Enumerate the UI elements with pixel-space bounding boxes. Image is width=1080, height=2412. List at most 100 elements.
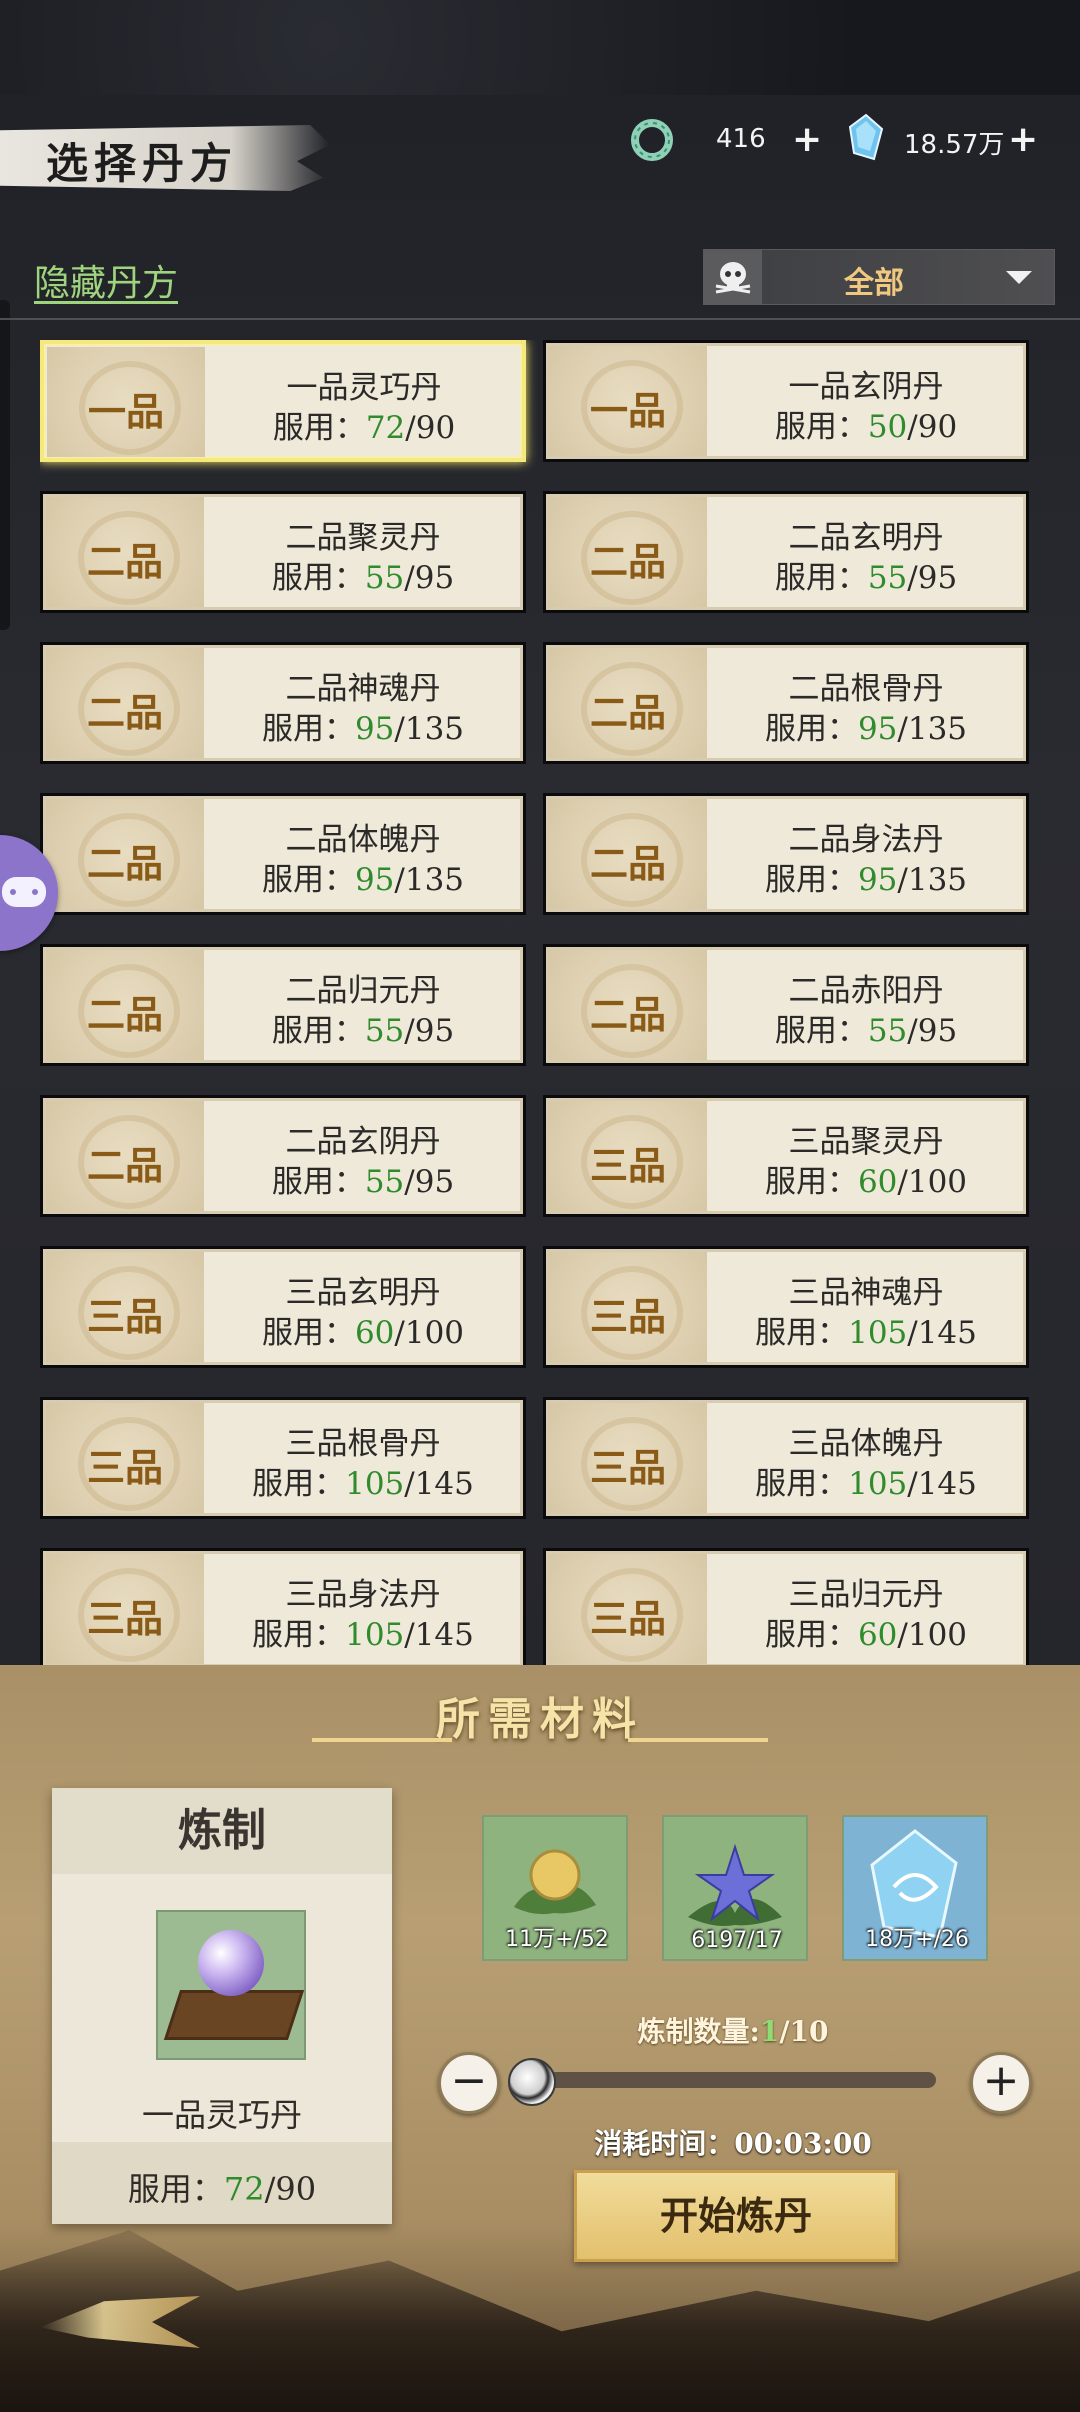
materials-title: 所需材料 bbox=[436, 1694, 644, 1745]
usage-label: 服用： bbox=[261, 862, 355, 898]
recipe-card[interactable]: 三品 三品玄明丹 服用：60/100 bbox=[40, 1246, 526, 1368]
recipe-usage: 服用：105/145 bbox=[707, 1307, 1025, 1352]
quantity-slider[interactable] bbox=[530, 2072, 936, 2088]
refine-usage-bar: 服用：72/90 bbox=[52, 2142, 392, 2224]
pill-recipe-icon[interactable] bbox=[156, 1910, 306, 2060]
time-cost-value: 00:03:00 bbox=[734, 2127, 872, 2160]
usage-used: 95 bbox=[857, 862, 898, 898]
increase-quantity-button[interactable]: + bbox=[970, 2052, 1032, 2114]
recipe-card[interactable]: 二品 二品根骨丹 服用：95/135 bbox=[543, 642, 1029, 764]
usage-used: 55 bbox=[867, 1013, 908, 1049]
recipe-card[interactable]: 二品 二品归元丹 服用：55/95 bbox=[40, 944, 526, 1066]
material-slot-1[interactable]: 11万+/52 bbox=[482, 1815, 628, 1961]
usage-label: 服用： bbox=[271, 1013, 365, 1049]
decrease-quantity-button[interactable]: − bbox=[438, 2052, 500, 2114]
usage-max: /135 bbox=[897, 711, 968, 747]
usage-label: 服用： bbox=[261, 711, 355, 747]
filter-icon-box bbox=[704, 250, 762, 304]
recipe-name: 三品根骨丹 bbox=[285, 1426, 441, 1462]
recipe-card[interactable]: 二品 二品神魂丹 服用：95/135 bbox=[40, 642, 526, 764]
recipe-usage: 服用：72/90 bbox=[205, 402, 523, 447]
recipe-card[interactable]: 二品 二品玄明丹 服用：55/95 bbox=[543, 491, 1029, 613]
usage-used: 60 bbox=[857, 1617, 898, 1653]
recipe-card[interactable]: 三品 三品身法丹 服用：105/145 bbox=[40, 1548, 526, 1665]
recipe-grid: 一品 一品灵巧丹 服用：72/90 一品 一品玄阴丹 服用：50/90 二品 二品聚灵丹 服用：… bbox=[40, 340, 1040, 1665]
title-ornament-left bbox=[312, 1738, 452, 1742]
filter-dropdown[interactable]: 全部 bbox=[703, 249, 1055, 305]
recipe-card[interactable]: 三品 三品归元丹 服用：60/100 bbox=[543, 1548, 1029, 1665]
currency1-value: 416 bbox=[716, 124, 766, 154]
usage-used: 105 bbox=[848, 1466, 908, 1502]
grade-label: 三品 bbox=[589, 1143, 666, 1188]
recipe-card[interactable]: 二品 二品聚灵丹 服用：55/95 bbox=[40, 491, 526, 613]
spirit-crystal-icon bbox=[848, 113, 884, 161]
usage-label: 服用： bbox=[271, 560, 365, 596]
recipe-usage: 服用：55/95 bbox=[204, 552, 522, 597]
recipe-usage: 服用：105/145 bbox=[204, 1609, 522, 1654]
grade-badge: 二品 bbox=[549, 799, 707, 909]
usage-max: /90 bbox=[907, 409, 958, 445]
usage-label: 服用： bbox=[764, 862, 858, 898]
grade-label: 三品 bbox=[589, 1596, 666, 1641]
material-slot-3[interactable]: 18万+/26 bbox=[842, 1815, 988, 1961]
hide-recipes-link[interactable]: 隐藏丹方 bbox=[34, 254, 178, 306]
material-slot-2[interactable]: 6197/17 bbox=[662, 1815, 808, 1961]
currency1-add-button[interactable]: + bbox=[792, 122, 822, 158]
recipe-card[interactable]: 二品 二品体魄丹 服用：95/135 bbox=[40, 793, 526, 915]
usage-used: 105 bbox=[345, 1617, 405, 1653]
usage-max: /145 bbox=[907, 1315, 977, 1351]
grade-label: 三品 bbox=[589, 1445, 666, 1490]
usage-label: 服用： bbox=[774, 409, 868, 445]
recipe-usage: 服用：95/135 bbox=[707, 703, 1025, 748]
usage-used: 50 bbox=[867, 409, 908, 445]
refine-usage-max: /90 bbox=[264, 2170, 317, 2208]
usage-max: /145 bbox=[404, 1466, 474, 1502]
usage-label: 服用： bbox=[774, 1013, 868, 1049]
recipe-name: 二品归元丹 bbox=[285, 973, 441, 1009]
usage-used: 60 bbox=[857, 1164, 898, 1200]
recipe-name: 三品归元丹 bbox=[788, 1577, 944, 1613]
recipe-name: 二品玄明丹 bbox=[788, 520, 944, 556]
recipe-card[interactable]: 三品 三品体魄丹 服用：105/145 bbox=[543, 1397, 1029, 1519]
recipe-card[interactable]: 三品 三品根骨丹 服用：105/145 bbox=[40, 1397, 526, 1519]
material-2-count: 6197/17 bbox=[691, 1928, 783, 1953]
pill-orb-shape bbox=[198, 1930, 264, 1996]
recipe-card[interactable]: 二品 二品身法丹 服用：95/135 bbox=[543, 793, 1029, 915]
grade-badge: 二品 bbox=[549, 648, 707, 758]
currency2-add-button[interactable]: + bbox=[1008, 122, 1038, 158]
grade-badge: 二品 bbox=[46, 1101, 204, 1211]
recipe-card[interactable]: 一品 一品玄阴丹 服用：50/90 bbox=[543, 340, 1029, 462]
grade-label: 三品 bbox=[86, 1294, 163, 1339]
usage-label: 服用： bbox=[252, 1617, 346, 1653]
grade-badge: 二品 bbox=[46, 950, 204, 1060]
recipe-usage: 服用：95/135 bbox=[707, 854, 1025, 899]
grade-badge: 一品 bbox=[549, 346, 707, 456]
recipe-usage: 服用：95/135 bbox=[204, 703, 522, 748]
grade-label: 二品 bbox=[589, 992, 666, 1037]
usage-max: /135 bbox=[394, 862, 465, 898]
recipe-card[interactable]: 二品 二品赤阳丹 服用：55/95 bbox=[543, 944, 1029, 1066]
recipe-usage: 服用：60/100 bbox=[707, 1156, 1025, 1201]
recipe-usage: 服用：55/95 bbox=[204, 1156, 522, 1201]
quantity-slider-handle[interactable] bbox=[508, 2058, 556, 2106]
usage-max: /100 bbox=[897, 1617, 968, 1653]
grade-label: 三品 bbox=[86, 1596, 163, 1641]
recipe-card[interactable]: 一品 一品灵巧丹 服用：72/90 bbox=[40, 340, 526, 462]
usage-used: 72 bbox=[365, 410, 406, 446]
recipe-card[interactable]: 三品 三品神魂丹 服用：105/145 bbox=[543, 1246, 1029, 1368]
usage-label: 服用： bbox=[764, 1164, 858, 1200]
recipe-card[interactable]: 二品 二品玄阴丹 服用：55/95 bbox=[40, 1095, 526, 1217]
refine-usage-label: 服用： bbox=[127, 2170, 224, 2208]
refine-usage: 服用：72/90 bbox=[52, 2164, 392, 2210]
grade-label: 一品 bbox=[87, 389, 164, 434]
usage-max: /145 bbox=[907, 1466, 977, 1502]
recipe-name: 三品体魄丹 bbox=[788, 1426, 944, 1462]
usage-used: 105 bbox=[848, 1315, 908, 1351]
grade-label: 二品 bbox=[589, 841, 666, 886]
start-refining-button[interactable]: 开始炼丹 bbox=[574, 2170, 898, 2262]
usage-max: /95 bbox=[907, 1013, 958, 1049]
grade-badge: 三品 bbox=[549, 1403, 707, 1513]
recipe-card[interactable]: 三品 三品聚灵丹 服用：60/100 bbox=[543, 1095, 1029, 1217]
refine-panel: 炼制 一品灵巧丹 服用：72/90 bbox=[52, 1788, 392, 2224]
recipe-usage: 服用：105/145 bbox=[707, 1458, 1025, 1503]
